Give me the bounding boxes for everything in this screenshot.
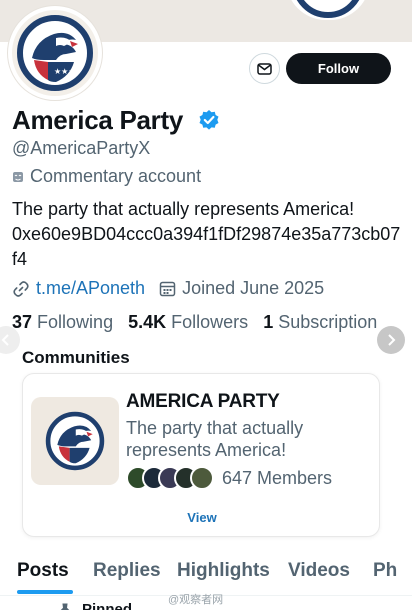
active-tab-indicator bbox=[17, 590, 73, 594]
tab-photos[interactable]: Ph bbox=[373, 560, 397, 582]
view-community-button[interactable]: View bbox=[23, 510, 381, 525]
tab-replies[interactable]: Replies bbox=[93, 560, 161, 582]
pinned-label: Pinned bbox=[82, 601, 133, 610]
community-image bbox=[31, 397, 119, 485]
chevron-left-icon bbox=[1, 334, 9, 346]
svg-text:★★★: ★★★ bbox=[54, 67, 76, 76]
tab-highlights[interactable]: Highlights bbox=[177, 560, 270, 582]
profile-category: Commentary account bbox=[12, 166, 201, 187]
members-count: 647 Members bbox=[222, 467, 333, 488]
carousel-next-button[interactable] bbox=[377, 326, 405, 354]
profile-avatar[interactable]: ★★★ bbox=[8, 6, 102, 100]
community-card[interactable]: AMERICA PARTY The party that actually re… bbox=[22, 373, 380, 537]
message-button[interactable] bbox=[249, 53, 280, 84]
follow-button[interactable]: Follow bbox=[286, 53, 391, 84]
following-stat[interactable]: 37 Following bbox=[12, 312, 113, 332]
followers-stat[interactable]: 5.4K Followers bbox=[128, 312, 248, 332]
bio-wallet-address: 0xe60e9BD04ccc0a394f1fDf29874e35a773cb07… bbox=[12, 224, 401, 269]
profile-meta: t.me/APoneth Joined June 2025 bbox=[12, 278, 324, 299]
profile-stats: 37 Following 5.4K Followers 1 Subscripti… bbox=[12, 312, 377, 333]
joined-date: Joined June 2025 bbox=[182, 278, 325, 298]
bio-text: The party that actually represents Ameri… bbox=[12, 199, 355, 219]
verified-badge-icon[interactable] bbox=[198, 109, 220, 131]
member-avatar bbox=[190, 466, 214, 490]
community-name: AMERICA PARTY bbox=[126, 391, 280, 412]
tab-posts[interactable]: Posts bbox=[17, 560, 69, 582]
subscriptions-stat[interactable]: 1 Subscription bbox=[263, 312, 377, 332]
watermark: @观察者网 bbox=[168, 594, 224, 606]
tab-videos[interactable]: Videos bbox=[288, 560, 350, 582]
community-members: 647 Members bbox=[126, 466, 332, 490]
calendar-icon bbox=[159, 281, 176, 297]
link-icon bbox=[13, 280, 29, 297]
category-icon bbox=[13, 171, 23, 182]
eagle-logo-icon: ★★★ bbox=[17, 15, 93, 91]
banner-logo bbox=[286, 0, 370, 20]
profile-bio: The party that actually represents Ameri… bbox=[12, 197, 404, 272]
mail-icon bbox=[257, 62, 272, 75]
chevron-right-icon bbox=[388, 334, 396, 346]
eagle-logo-icon bbox=[45, 411, 105, 471]
communities-heading: Communities bbox=[22, 348, 130, 367]
category-label: Commentary account bbox=[30, 166, 202, 186]
profile-handle: @AmericaPartyX bbox=[12, 138, 151, 158]
pin-icon bbox=[60, 603, 70, 610]
profile-name: America Party bbox=[12, 105, 183, 135]
community-description: The party that actually represents Ameri… bbox=[126, 418, 304, 460]
profile-link[interactable]: t.me/APoneth bbox=[36, 278, 145, 299]
